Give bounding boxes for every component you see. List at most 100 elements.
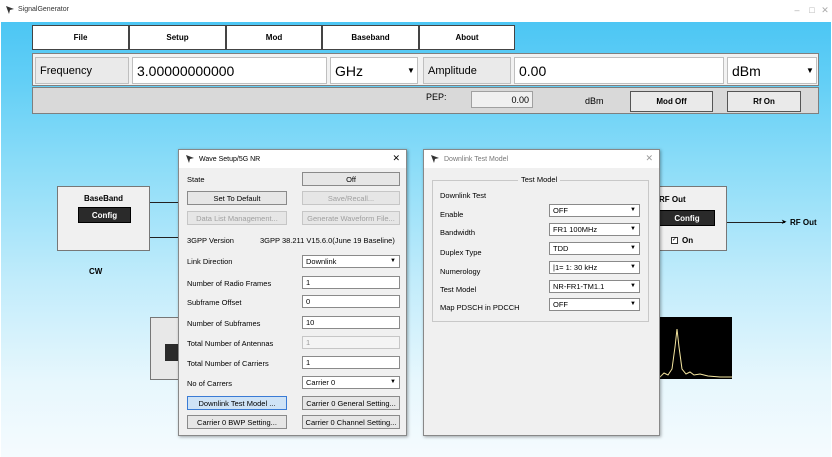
chevron-down-icon: ▼ (630, 264, 636, 270)
amplitude-input[interactable]: 0.00 (514, 57, 724, 84)
carrier-select[interactable]: Carrier 0 ▼ (302, 376, 400, 389)
pep-row: PEP: 0.00 dBm Mod Off Rf On (32, 87, 819, 114)
chevron-down-icon: ▼ (390, 379, 396, 385)
rf-out-block: RF Out Config ✓ On (650, 186, 727, 251)
duplex-type-value: TDD (553, 244, 569, 253)
carrier-select-value: Carrier 0 (306, 378, 336, 387)
menu-mod[interactable]: Mod (226, 25, 322, 50)
state-toggle-button[interactable]: Off (302, 172, 400, 186)
downlink-test-model-titlebar: Downlink Test Model ✕ (424, 150, 659, 168)
chevron-down-icon: ▼ (806, 66, 814, 75)
data-list-button[interactable]: Data List Management... (187, 211, 287, 225)
duplex-type-select[interactable]: TDD ▼ (549, 242, 640, 255)
test-model-value: NR-FR1-TM1.1 (553, 282, 605, 291)
baseband-mode-label: CW (89, 267, 103, 276)
rf-out-title: RF Out (659, 195, 686, 204)
test-model-label: Test Model (440, 285, 477, 294)
maximize-button[interactable]: □ (805, 4, 819, 16)
connector-line (150, 237, 180, 238)
chevron-down-icon: ▼ (407, 66, 415, 75)
menu-file[interactable]: File (32, 25, 129, 50)
menu-bar: File Setup Mod Baseband About (32, 25, 515, 50)
chevron-down-icon: ▼ (630, 283, 636, 289)
num-subframes-label: Number of Subframes (187, 319, 261, 328)
no-carriers-label: No of Carrers (187, 379, 233, 388)
rf-on-button[interactable]: Rf On (727, 91, 801, 112)
app-logo-icon (431, 155, 439, 163)
total-antennas-input[interactable]: 1 (302, 336, 400, 349)
set-default-button[interactable]: Set To Default (187, 191, 287, 205)
version-label: 3GPP Version (187, 236, 234, 245)
bandwidth-select[interactable]: FR1 100MHz ▼ (549, 223, 640, 236)
link-direction-select[interactable]: Downlink ▼ (302, 255, 400, 268)
bandwidth-label: Bandwidth (440, 228, 476, 237)
generate-waveform-button[interactable]: Generate Waveform File... (302, 211, 400, 225)
minimize-button[interactable]: – (790, 4, 804, 16)
radio-frames-input[interactable]: 1 (302, 276, 400, 289)
enable-select[interactable]: OFF ▼ (549, 204, 640, 217)
frequency-amplitude-row: Frequency 3.00000000000 GHz ▼ Amplitude … (32, 53, 819, 86)
test-model-group-label: Test Model (518, 175, 561, 184)
chevron-down-icon: ▼ (630, 301, 636, 307)
window-titlebar: SignalGenerator – □ ✕ (0, 0, 832, 22)
test-model-select[interactable]: NR-FR1-TM1.1 ▼ (549, 280, 640, 293)
bandwidth-value: FR1 100MHz (553, 225, 598, 234)
connector-line (150, 202, 180, 203)
numerology-select[interactable]: |1= 1: 30 kHz ▼ (549, 261, 640, 274)
app-logo-icon (186, 155, 194, 163)
numerology-value: |1= 1: 30 kHz (553, 263, 598, 272)
save-recall-button[interactable]: Save/Recall... (302, 191, 400, 205)
frequency-unit-value: GHz (335, 62, 363, 79)
radio-frames-label: Number of Radio Frames (187, 279, 272, 288)
menu-setup[interactable]: Setup (129, 25, 226, 50)
carrier-bwp-setting-button[interactable]: Carrier 0 BWP Setting... (187, 415, 287, 429)
num-subframes-input[interactable]: 10 (302, 316, 400, 329)
wave-setup-titlebar: Wave Setup/5G NR ✕ (179, 150, 406, 168)
numerology-label: Numerology (440, 267, 481, 276)
amplitude-unit-select[interactable]: dBm ▼ (727, 57, 817, 84)
app-logo-icon (6, 6, 14, 14)
state-label: State (187, 175, 205, 184)
carrier-general-setting-button[interactable]: Carrier 0 General Setting... (302, 396, 400, 410)
downlink-test-heading: Downlink Test (440, 191, 487, 200)
rf-on-checkbox-label: On (682, 236, 694, 245)
subframe-offset-input[interactable]: 0 (302, 295, 400, 308)
wave-setup-dialog: Wave Setup/5G NR ✕ State Off Set To Defa… (178, 149, 407, 436)
baseband-title: BaseBand (83, 194, 124, 203)
total-carriers-input[interactable]: 1 (302, 356, 400, 369)
close-button[interactable]: ✕ (818, 4, 832, 16)
frequency-input[interactable]: 3.00000000000 (132, 57, 327, 84)
carrier-channel-setting-button[interactable]: Carrier 0 Channel Setting... (302, 415, 400, 429)
pep-unit: dBm (585, 96, 604, 106)
menu-baseband[interactable]: Baseband (322, 25, 419, 50)
downlink-test-model-dialog: Downlink Test Model ✕ Test Model Downlin… (423, 149, 660, 436)
subframe-offset-label: Subframe Offset (187, 298, 242, 307)
frequency-unit-select[interactable]: GHz ▼ (330, 57, 418, 84)
close-icon[interactable]: ✕ (645, 153, 653, 164)
rf-out-arrow-label: RF Out (790, 218, 817, 227)
spectrum-preview (650, 317, 732, 379)
amplitude-unit-value: dBm (732, 62, 761, 79)
baseband-block: BaseBand Config (57, 186, 150, 251)
total-carriers-label: Total Number of Carriers (187, 359, 269, 368)
wave-setup-title: Wave Setup/5G NR (199, 155, 261, 163)
map-pdsch-select[interactable]: OFF ▼ (549, 298, 640, 311)
close-icon[interactable]: ✕ (392, 153, 400, 164)
downlink-test-model-title: Downlink Test Model (444, 155, 509, 163)
map-pdsch-value: OFF (553, 300, 568, 309)
version-value: 3GPP 38.211 V15.6.0(June 19 Baseline) (260, 236, 395, 245)
menu-about[interactable]: About (419, 25, 515, 50)
rf-out-config-button[interactable]: Config (659, 210, 715, 226)
total-antennas-label: Total Number of Antennas (187, 339, 274, 348)
baseband-config-button[interactable]: Config (78, 207, 131, 223)
window-title: SignalGenerator (18, 6, 69, 13)
mod-off-button[interactable]: Mod Off (630, 91, 713, 112)
modulation-block (150, 317, 181, 380)
map-pdsch-label: Map PDSCH in PDCCH (440, 303, 520, 312)
downlink-test-model-button[interactable]: Downlink Test Model ... (187, 396, 287, 410)
enable-value: OFF (553, 206, 568, 215)
chevron-down-icon: ▼ (630, 226, 636, 232)
pep-label: PEP: (426, 92, 447, 102)
chevron-down-icon: ▼ (630, 207, 636, 213)
rf-on-checkbox[interactable]: ✓ (671, 237, 678, 244)
